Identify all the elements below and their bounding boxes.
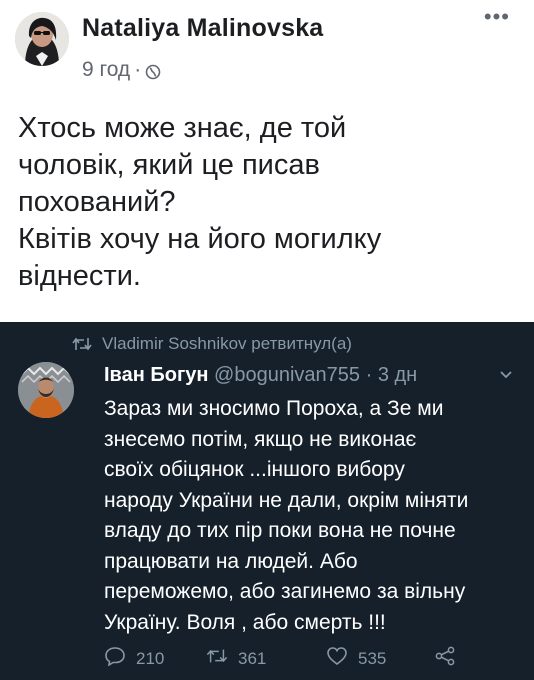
like-button[interactable]: 535 [326,646,386,671]
tweet-time[interactable]: 3 дн [378,364,417,386]
tweet-text: Зараз ми зносимо Пороха, а Зе ми знесемо… [104,397,469,634]
tweet-actions: 210 361 535 [104,646,524,674]
meta-separator: · [134,58,142,81]
post-time[interactable]: 9 год [82,58,130,82]
retweet-icon [72,336,92,352]
like-count: 535 [358,648,387,668]
reply-icon [104,646,126,671]
retweet-button[interactable]: 361 [206,646,266,671]
more-dots-icon[interactable]: ••• [484,6,510,28]
retweeted-by[interactable]: Vladimir Soshnikov ретвитнул(а) [102,334,352,354]
tweet-author-avatar[interactable] [18,362,74,418]
post-text: Хтось може знає, де той чоловік, який це… [18,112,382,292]
author-avatar[interactable] [15,12,69,66]
retweet-icon [206,646,228,671]
tweet-author-name[interactable]: Іван Богун [104,364,208,386]
retweet-context: Vladimir Soshnikov ретвитнул(а) [72,334,352,354]
share-icon [434,646,456,671]
share-button[interactable] [434,646,456,671]
tweet-card: Vladimir Soshnikov ретвитнул(а) Іван Бог… [0,322,534,680]
chevron-down-icon[interactable] [498,368,514,380]
tweet-author-handle[interactable]: @bogunivan755 [214,364,360,386]
heart-icon [326,646,348,671]
retweet-count: 361 [238,648,267,668]
globe-icon [145,62,161,80]
post-meta: 9 год · [82,58,161,82]
author-name[interactable]: Nataliya Malinovska [82,14,323,43]
reply-count: 210 [136,648,165,668]
tweet-header: Іван Богун @bogunivan755 · 3 дн [104,364,417,387]
post-header: Nataliya Malinovska 9 год · ••• [0,0,534,100]
reply-button[interactable]: 210 [104,646,164,671]
tweet-time-separator: · [365,364,373,386]
